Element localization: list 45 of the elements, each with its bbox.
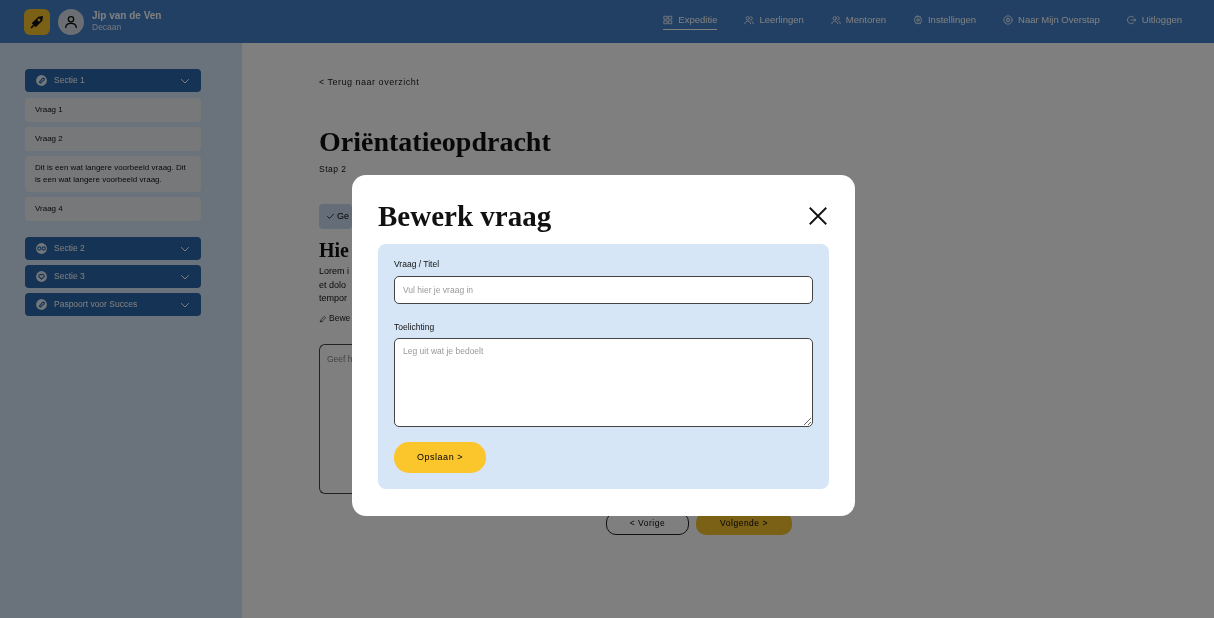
section-icon <box>35 270 48 283</box>
nav-link[interactable]: Instellingen <box>912 12 976 31</box>
body-text: et dolo <box>319 278 347 292</box>
logo-icon <box>24 8 50 35</box>
nav-link[interactable]: Leerlingen <box>744 12 804 31</box>
nav-link[interactable]: Uitloggen <box>1126 12 1182 31</box>
nav-link[interactable]: Mentoren <box>830 12 886 31</box>
question-item[interactable]: Dit is een wat langere voorbeeld vraag. Dit is een wat langere voorbeeld vraag. <box>25 156 201 192</box>
dialog-title: Bewerk vraag <box>378 199 552 234</box>
user-name: Jip van de Ven <box>92 10 162 23</box>
body-text: tempor <box>319 292 347 306</box>
nav-link[interactable]: Naar Mijn Overstap <box>1003 12 1100 31</box>
section-icon <box>35 74 48 87</box>
text-input[interactable]: Vul hier je vraag in <box>394 275 813 304</box>
nav-link[interactable]: Expeditie <box>663 12 718 31</box>
step-label: Stap 2 <box>319 162 347 176</box>
question-item[interactable]: Vraag 2 <box>25 127 201 151</box>
question-item[interactable]: Vraag 1 <box>25 98 201 122</box>
logout-icon <box>1126 15 1137 25</box>
save-button[interactable]: Opslaan > <box>394 442 486 474</box>
text-area[interactable]: Leg uit wat je bedoelt <box>394 338 813 428</box>
settings-icon <box>912 15 923 25</box>
field-label: Vraag / Titel <box>394 257 441 271</box>
back-link[interactable]: < Terug naar overzicht <box>319 77 420 87</box>
field-label: Toelichting <box>394 320 436 334</box>
edit-link[interactable]: Bewe <box>319 312 351 326</box>
grid-icon <box>663 15 674 25</box>
user-role: Decaan <box>92 22 123 33</box>
section-header[interactable]: Sectie 3 <box>25 265 201 288</box>
avatar-icon <box>58 8 84 35</box>
section-header[interactable]: Paspoort voor Succes <box>25 293 201 316</box>
page-title: Oriëntatieopdracht <box>319 125 551 159</box>
close-button[interactable] <box>807 205 829 228</box>
done-button[interactable]: Ge <box>319 204 352 230</box>
check-icon <box>326 212 335 222</box>
section-icon <box>35 242 48 255</box>
people-icon <box>830 15 841 25</box>
section-heading: Hie <box>319 238 349 263</box>
section-header[interactable]: Sectie 1 <box>25 69 201 92</box>
people-icon <box>744 15 755 25</box>
badge-icon <box>1003 15 1013 25</box>
question-item[interactable]: Vraag 4 <box>25 197 201 221</box>
section-header[interactable]: Sectie 2 <box>25 237 201 260</box>
pencil-icon <box>319 314 327 323</box>
section-icon <box>35 298 48 311</box>
